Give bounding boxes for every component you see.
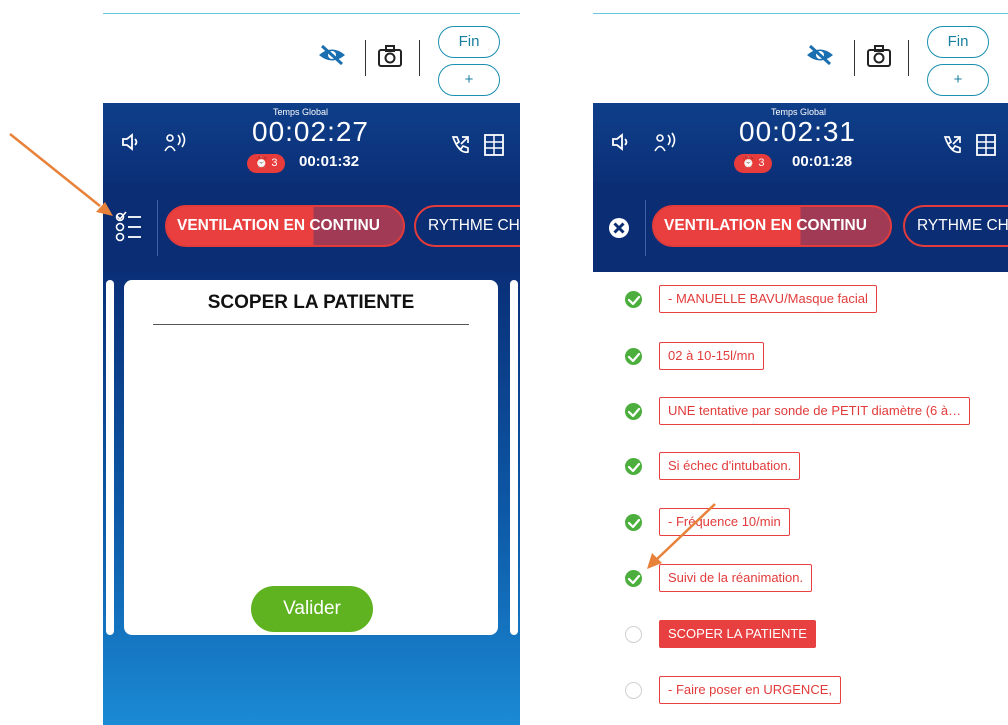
speaker-icon[interactable] (610, 131, 634, 153)
title-divider (153, 324, 469, 325)
alarm-clock-icon: ⏰ (254, 157, 269, 169)
camera-icon[interactable] (866, 44, 892, 68)
checklist-icon[interactable] (113, 207, 145, 247)
calculator-icon[interactable] (483, 133, 505, 157)
validate-button[interactable]: Valider (251, 586, 373, 632)
previous-card-edge (106, 280, 114, 635)
phone-call-icon[interactable] (449, 134, 471, 156)
tab-separator (157, 200, 158, 256)
alarm-clock-icon: ⏰ (741, 157, 756, 169)
checklist-item-label[interactable]: SCOPER LA PATIENTE (659, 620, 816, 648)
alarm-count: 3 (758, 157, 765, 169)
speaker-icon[interactable] (120, 131, 144, 153)
voice-icon[interactable] (653, 131, 679, 153)
end-button[interactable]: Fin (438, 26, 500, 58)
hide-eye-icon[interactable] (805, 44, 835, 66)
alarm-badge[interactable]: ⏰ 3 (247, 154, 285, 173)
checklist: - MANUELLE BAVU/Masque facial 02 à 10-15… (593, 272, 1008, 725)
alarm-count: 3 (271, 157, 278, 169)
check-empty-icon[interactable] (625, 626, 642, 643)
checklist-item-label[interactable]: - Fréquence 10/min (659, 508, 790, 536)
checklist-item-label[interactable]: Suivi de la réanimation. (659, 564, 813, 592)
step-tab-bar: VENTILATION EN CONTINU RYTHME CH (593, 183, 1008, 272)
close-icon[interactable] (608, 217, 630, 239)
tab-ventilation[interactable]: VENTILATION EN CONTINU (165, 205, 405, 247)
step-title: SCOPER LA PATIENTE (207, 292, 415, 313)
top-divider (593, 13, 1008, 14)
sub-timer: 00:01:32 (299, 153, 360, 170)
toolbar-separator (854, 40, 855, 76)
top-toolbar: Fin + (593, 0, 1008, 103)
global-timer: 00:02:31 (739, 116, 856, 147)
alarm-badge[interactable]: ⏰ 3 (734, 154, 772, 173)
top-toolbar: Fin + (103, 0, 520, 103)
add-button[interactable]: + (438, 64, 500, 96)
check-done-icon[interactable] (625, 514, 642, 531)
check-done-icon[interactable] (625, 570, 642, 587)
check-done-icon[interactable] (625, 291, 642, 308)
check-done-icon[interactable] (625, 348, 642, 365)
step-area: SCOPER LA PATIENTE Valider (103, 272, 520, 725)
right-screen: Fin + Temps Global 00:02:31 ⏰ 3 00:01:28 (593, 0, 1008, 725)
voice-icon[interactable] (163, 131, 189, 153)
step-card: SCOPER LA PATIENTE Valider (124, 280, 498, 635)
toolbar-separator (419, 40, 420, 76)
hide-eye-icon[interactable] (317, 44, 347, 66)
checklist-item-label[interactable]: Si échec d'intubation. (659, 452, 801, 480)
tab-rythme[interactable]: RYTHME CH (903, 205, 1008, 247)
next-card-edge (510, 280, 518, 635)
tab-separator (645, 200, 646, 256)
timer-header: Temps Global 00:02:27 ⏰ 3 00:01:32 (103, 103, 520, 183)
calculator-icon[interactable] (975, 133, 997, 157)
toolbar-separator (365, 40, 366, 76)
sub-timer: 00:01:28 (792, 153, 853, 170)
toolbar-separator (908, 40, 909, 76)
add-button[interactable]: + (927, 64, 989, 96)
checklist-item-label[interactable]: UNE tentative par sonde de PETIT diamètr… (659, 397, 971, 425)
checklist-item-label[interactable]: 02 à 10-15l/mn (659, 342, 764, 370)
global-timer: 00:02:27 (252, 116, 369, 147)
phone-call-icon[interactable] (941, 134, 963, 156)
tab-rythme[interactable]: RYTHME CH (414, 205, 520, 247)
top-divider (103, 13, 520, 14)
checklist-item-label[interactable]: - Faire poser en URGENCE, (659, 676, 841, 704)
tab-ventilation[interactable]: VENTILATION EN CONTINU (652, 205, 892, 247)
timer-header: Temps Global 00:02:31 ⏰ 3 00:01:28 (593, 103, 1008, 183)
check-done-icon[interactable] (625, 403, 642, 420)
end-button[interactable]: Fin (927, 26, 989, 58)
check-empty-icon[interactable] (625, 682, 642, 699)
annotation-arrow (9, 133, 101, 207)
check-done-icon[interactable] (625, 458, 642, 475)
camera-icon[interactable] (377, 44, 403, 68)
left-screen: Fin + Temps Global 00:02:27 ⏰ 3 00:01:32 (103, 0, 520, 725)
checklist-item-label[interactable]: - MANUELLE BAVU/Masque facial (659, 285, 877, 313)
step-tab-bar: VENTILATION EN CONTINU RYTHME CH (103, 183, 520, 272)
